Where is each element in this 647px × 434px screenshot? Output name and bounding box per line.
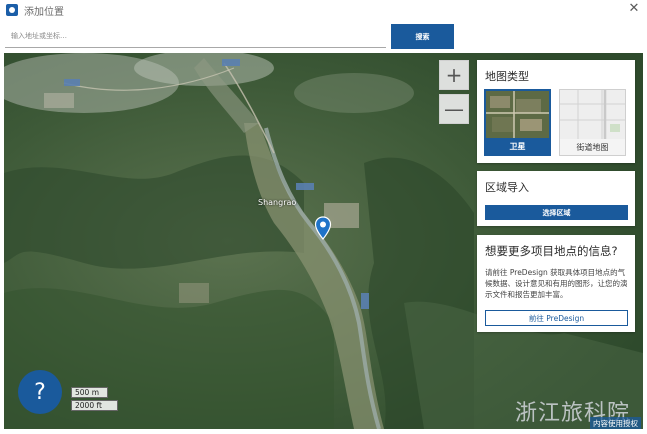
info-body: 请前往 PreDesign 获取具体项目地点的气候数据、设计意见和有用的图形，让… (485, 268, 628, 299)
scale-bar: 500 m 2000 ft (71, 387, 118, 411)
zoom-out-button[interactable]: — (439, 94, 469, 124)
window-title: 添加位置 (24, 6, 64, 18)
close-icon[interactable]: ✕ (627, 2, 641, 16)
select-area-button[interactable]: 选择区域 (485, 205, 628, 220)
map-type-satellite-label: 卫星 (509, 141, 526, 151)
predesign-info-panel: 想要更多项目地点的信息? 请前往 PreDesign 获取具体项目地点的气候数据… (477, 235, 635, 332)
search-button[interactable]: 搜索 (391, 24, 454, 49)
predesign-button[interactable]: 前往 PreDesign (485, 310, 628, 326)
map-view[interactable]: + — Shangrao 地图类型 卫星 街道地图 区域导入 选择区域 想要更多… (4, 53, 643, 429)
zoom-in-button[interactable]: + (439, 60, 469, 90)
add-location-window: 添加位置 ✕ 搜索 (0, 0, 647, 434)
map-type-street-option[interactable]: 街道地图 (559, 89, 626, 156)
area-import-title: 区域导入 (485, 181, 529, 194)
satellite-thumbnail (486, 91, 549, 138)
map-pin-icon[interactable] (314, 216, 332, 240)
title-bar: 添加位置 ✕ (0, 0, 647, 20)
street-map-thumbnail (560, 90, 625, 139)
map-type-title: 地图类型 (485, 70, 529, 83)
map-type-panel: 地图类型 卫星 街道地图 (477, 60, 635, 163)
area-import-panel: 区域导入 选择区域 (477, 171, 635, 226)
map-type-satellite-option[interactable]: 卫星 (484, 89, 551, 156)
content-license-link[interactable]: 内容使用授权 (590, 417, 641, 429)
info-title: 想要更多项目地点的信息? (485, 244, 618, 258)
search-input[interactable] (5, 24, 386, 48)
scale-metric: 500 m (71, 387, 108, 398)
map-type-street-label: 街道地图 (576, 142, 609, 152)
search-bar: 搜索 (5, 24, 454, 49)
scale-imperial: 2000 ft (71, 400, 118, 411)
location-app-icon (6, 4, 18, 16)
map-place-label: Shangrao (258, 198, 297, 207)
help-button[interactable]: ? (18, 370, 62, 414)
